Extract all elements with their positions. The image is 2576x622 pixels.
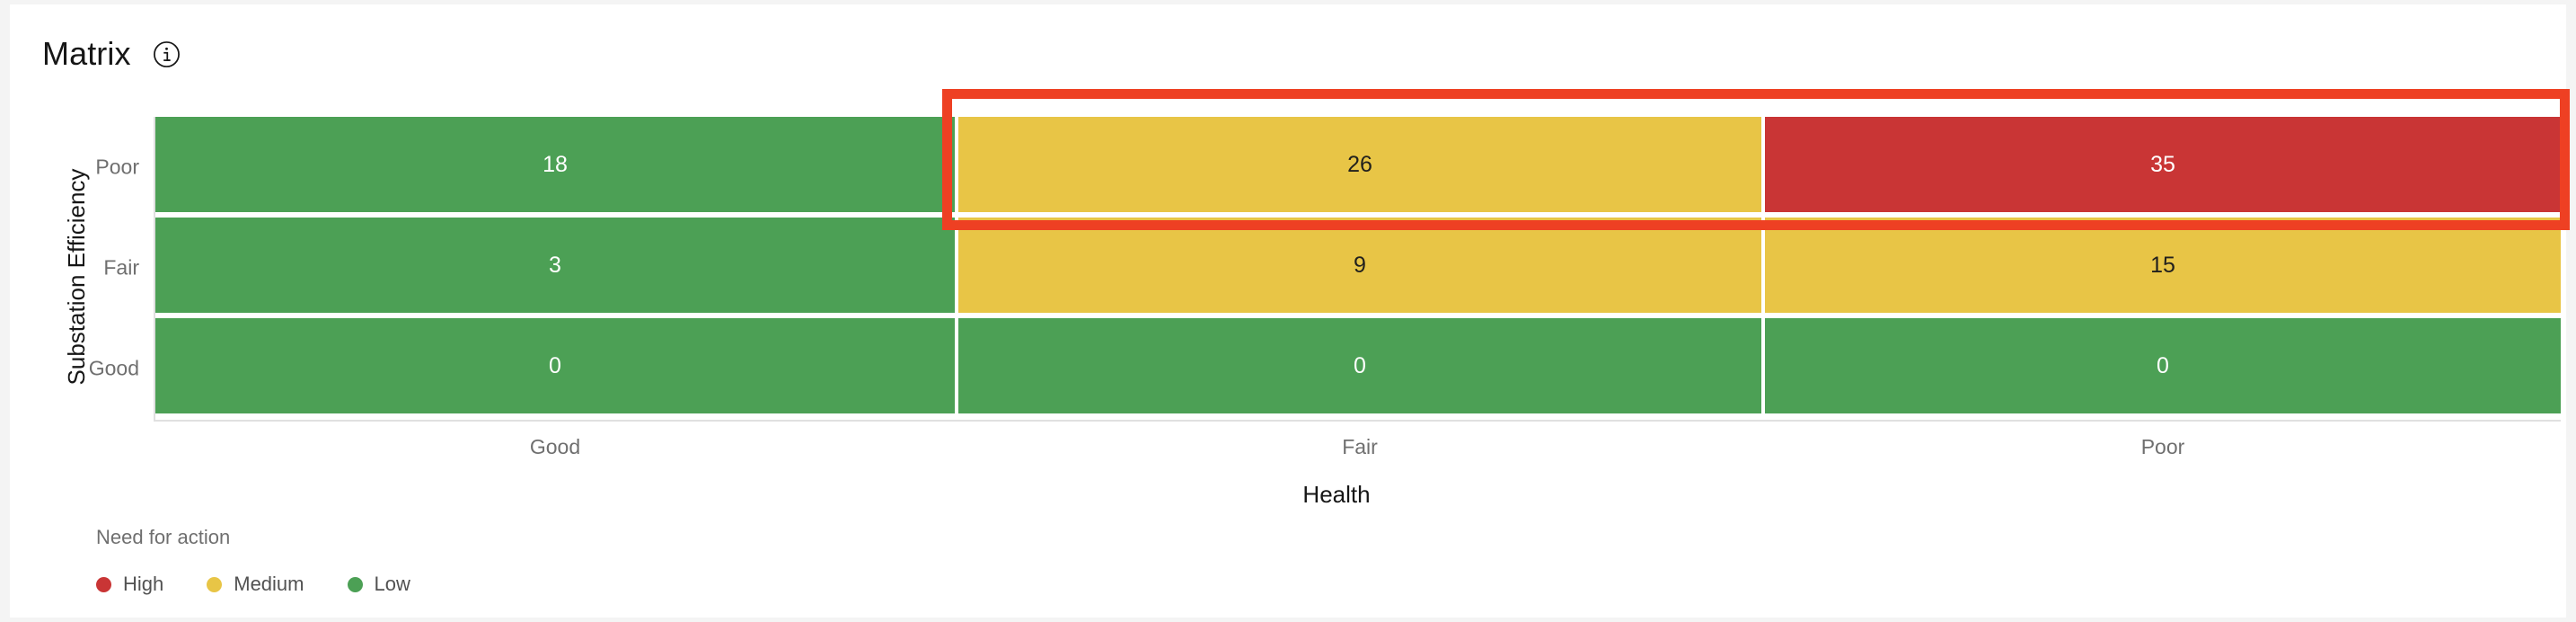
- x-axis-title: Health: [155, 481, 2561, 509]
- x-axis-tick-label: Fair: [1342, 434, 1378, 458]
- legend-item-label: Low: [374, 573, 410, 595]
- legend: Need for action High Medium Low: [96, 526, 410, 596]
- legend-items: High Medium Low: [96, 573, 410, 596]
- legend-title: Need for action: [96, 526, 231, 548]
- x-axis-line: [154, 420, 2561, 422]
- matrix-cell[interactable]: 3: [155, 218, 955, 313]
- legend-item-label: Medium: [234, 573, 304, 595]
- legend-item-medium[interactable]: Medium: [207, 573, 304, 596]
- legend-dot-icon: [207, 576, 223, 592]
- matrix-cell[interactable]: 35: [1765, 117, 2561, 212]
- matrix-cell[interactable]: 0: [958, 318, 1761, 413]
- legend-item-low[interactable]: Low: [347, 573, 410, 596]
- y-axis-tick-label: Good: [88, 356, 139, 380]
- y-axis-tick-labels: Poor Fair Good: [73, 117, 150, 404]
- matrix-row: 0 0 0: [155, 318, 2561, 413]
- page-title: Matrix: [42, 35, 131, 72]
- matrix-cell[interactable]: 0: [1765, 318, 2561, 413]
- matrix-card: Matrix Substation Efficiency Poor Fair G…: [10, 4, 2570, 618]
- matrix-row: 18 26 35: [155, 117, 2561, 212]
- matrix-plot: Substation Efficiency Poor Fair Good 18 …: [10, 103, 2566, 618]
- x-axis-tick-labels: Good Fair Poor: [155, 429, 2561, 465]
- info-circle-icon[interactable]: [153, 40, 181, 68]
- matrix-grid: 18 26 35 3 9 15 0 0 0: [155, 117, 2561, 420]
- matrix-cell[interactable]: 9: [958, 218, 1761, 313]
- legend-item-high[interactable]: High: [96, 573, 163, 596]
- matrix-cell[interactable]: 0: [155, 318, 955, 413]
- legend-item-label: High: [123, 573, 164, 595]
- y-axis-tick-label: Fair: [103, 255, 139, 280]
- matrix-row: 3 9 15: [155, 218, 2561, 313]
- legend-dot-icon: [96, 576, 111, 592]
- matrix-cell[interactable]: 18: [155, 117, 955, 212]
- x-axis-title-text: Health: [1302, 481, 1371, 508]
- legend-dot-icon: [347, 576, 363, 592]
- matrix-cell[interactable]: 15: [1765, 218, 2561, 313]
- matrix-cell[interactable]: 26: [958, 117, 1761, 212]
- y-axis-tick-label: Poor: [95, 155, 139, 179]
- x-axis-tick-label: Poor: [2140, 434, 2185, 458]
- x-axis-tick-label: Good: [529, 434, 581, 458]
- card-header: Matrix: [10, 4, 2566, 103]
